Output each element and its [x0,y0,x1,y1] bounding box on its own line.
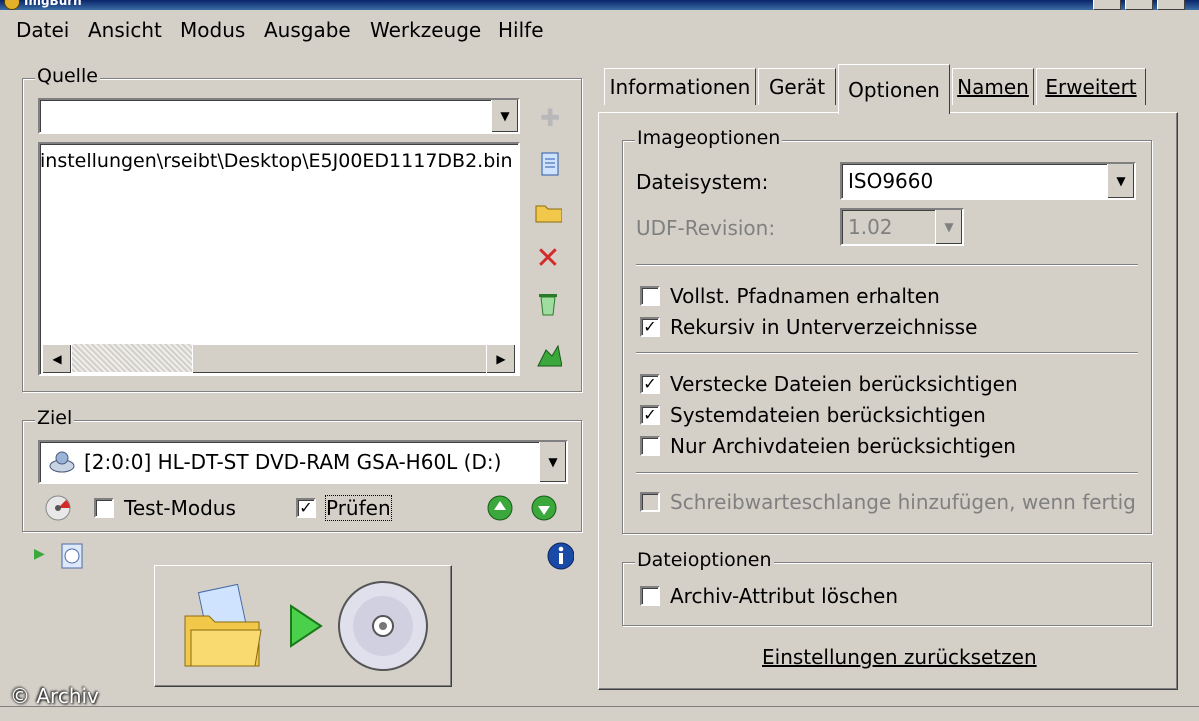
drive-info-icon[interactable] [44,494,72,522]
hidden-files-checkbox[interactable]: ✓ Verstecke Dateien berücksichtigen [640,372,1018,396]
filesystem-label: Dateisystem: [636,170,769,194]
menu-modus[interactable]: Modus [180,18,245,42]
title-bar: ImgBurn [0,0,1199,10]
test-mode-checkbox-box[interactable] [94,498,114,518]
tab-informationen[interactable]: Informationen [604,68,756,105]
divider [636,472,1138,474]
file-options-label: Dateioptionen [635,549,774,571]
archive-only-checkbox[interactable]: Nur Archivdateien berücksichtigen [640,434,1016,458]
destination-drive-select[interactable]: [2:0:0] HL-DT-ST DVD-RAM GSA-H60L (D:) ▼ [38,440,568,484]
archive-attribute-label: Archiv-Attribut löschen [670,584,898,608]
open-folder-icon[interactable] [534,198,562,226]
tab-optionen[interactable]: Optionen [838,64,950,114]
udf-revision-value: 1.02 [848,215,893,239]
divider [636,352,1138,354]
filesystem-value: ISO9660 [848,169,934,193]
menu-werkzeuge[interactable]: Werkzeuge [370,18,481,42]
system-files-checkbox[interactable]: ✓ Systemdateien berücksichtigen [640,403,986,427]
folder-with-files-icon [181,582,267,676]
recursive-checkbox-box[interactable]: ✓ [640,317,660,337]
archive-attribute-checkbox[interactable]: Archiv-Attribut löschen [640,584,898,608]
scroll-thumb[interactable] [192,344,494,374]
write-queue-label: Schreibwarteschlange hinzufügen, wenn fe… [670,490,1136,514]
filesystem-select[interactable]: ISO9660 ▼ [840,162,1136,200]
status-bar [0,706,1199,721]
drive-value: [2:0:0] HL-DT-ST DVD-RAM GSA-H60L (D:) [84,450,502,474]
menu-ansicht[interactable]: Ansicht [88,18,162,42]
source-group-label: Quelle [35,65,100,87]
chevron-down-icon[interactable]: ▼ [491,100,518,132]
delete-icon[interactable]: ✕ [534,241,562,276]
build-button[interactable] [154,565,452,687]
full-pathnames-checkbox-box[interactable] [640,286,660,306]
window-title: ImgBurn [24,0,82,8]
full-pathnames-checkbox[interactable]: Vollst. Pfadnamen erhalten [640,284,940,308]
scroll-left-icon[interactable]: ◀ [42,344,72,374]
write-queue-checkbox-box[interactable] [640,492,660,512]
menu-ausgabe[interactable]: Ausgabe [264,18,351,42]
system-files-label: Systemdateien berücksichtigen [670,403,986,427]
chevron-down-icon[interactable]: ▼ [539,442,566,482]
udf-revision-select[interactable]: 1.02 ▼ [840,208,964,246]
watermark: © Archiv [10,684,99,708]
chevron-down-icon[interactable]: ▼ [935,210,962,244]
destination-group-label: Ziel [35,407,75,429]
drive-icon [48,450,76,478]
disc-layout-icon[interactable] [58,542,86,570]
write-queue-checkbox[interactable]: Schreibwarteschlange hinzufügen, wenn fe… [640,490,1136,514]
disc-icon [335,578,431,678]
info-icon[interactable] [546,542,574,570]
test-mode-label: Test-Modus [124,496,236,520]
full-pathnames-label: Vollst. Pfadnamen erhalten [670,284,940,308]
calculate-icon[interactable] [534,342,562,370]
menu-datei[interactable]: Datei [16,18,69,42]
horizontal-scrollbar[interactable]: ◀ ▶ [42,344,516,374]
verify-checkbox-box[interactable]: ✓ [296,498,316,518]
hidden-files-checkbox-box[interactable]: ✓ [640,374,660,394]
source-file-list[interactable]: instellungen\rseibt\Desktop\E5J00ED1117D… [38,142,520,376]
expand-arrow-icon[interactable]: ▶ [34,546,45,562]
menu-bar: Datei Ansicht Modus Ausgabe Werkzeuge Hi… [0,14,1199,44]
source-combo[interactable]: ▼ [38,98,520,134]
tab-erweitert[interactable]: Erweitert [1036,68,1146,105]
recursive-label: Rekursiv in Unterverzeichnisse [670,315,978,339]
hidden-files-label: Verstecke Dateien berücksichtigen [670,372,1018,396]
maximize-button[interactable] [1125,0,1153,10]
new-file-icon[interactable] [536,150,564,178]
close-button[interactable] [1157,0,1185,10]
reset-settings-link[interactable]: Einstellungen zurücksetzen [762,645,1037,669]
recursive-checkbox[interactable]: ✓ Rekursiv in Unterverzeichnisse [640,315,977,339]
add-icon[interactable]: ✚ [536,104,564,132]
verify-label: Prüfen [325,495,392,521]
minimize-button[interactable] [1093,0,1121,10]
divider [636,264,1138,266]
archive-attribute-checkbox-box[interactable] [640,586,660,606]
eject-up-icon[interactable] [486,494,514,522]
image-options-label: Imageoptionen [635,127,783,149]
test-mode-checkbox[interactable]: Test-Modus [94,496,236,520]
play-arrow-icon [287,604,323,652]
archive-only-label: Nur Archivdateien berücksichtigen [670,434,1016,458]
close-tray-icon[interactable] [530,494,558,522]
clear-icon[interactable] [534,290,562,318]
app-logo-icon [4,0,20,10]
tab-geraet[interactable]: Gerät [758,68,836,105]
chevron-down-icon[interactable]: ▼ [1107,164,1134,198]
udf-revision-label: UDF-Revision: [636,216,776,240]
scroll-right-icon[interactable]: ▶ [486,344,516,374]
menu-hilfe[interactable]: Hilfe [498,18,544,42]
verify-checkbox[interactable]: ✓ Prüfen [296,495,392,521]
archive-only-checkbox-box[interactable] [640,436,660,456]
tab-namen[interactable]: Namen [952,68,1034,105]
system-files-checkbox-box[interactable]: ✓ [640,405,660,425]
list-item[interactable]: instellungen\rseibt\Desktop\E5J00ED1117D… [40,150,513,172]
